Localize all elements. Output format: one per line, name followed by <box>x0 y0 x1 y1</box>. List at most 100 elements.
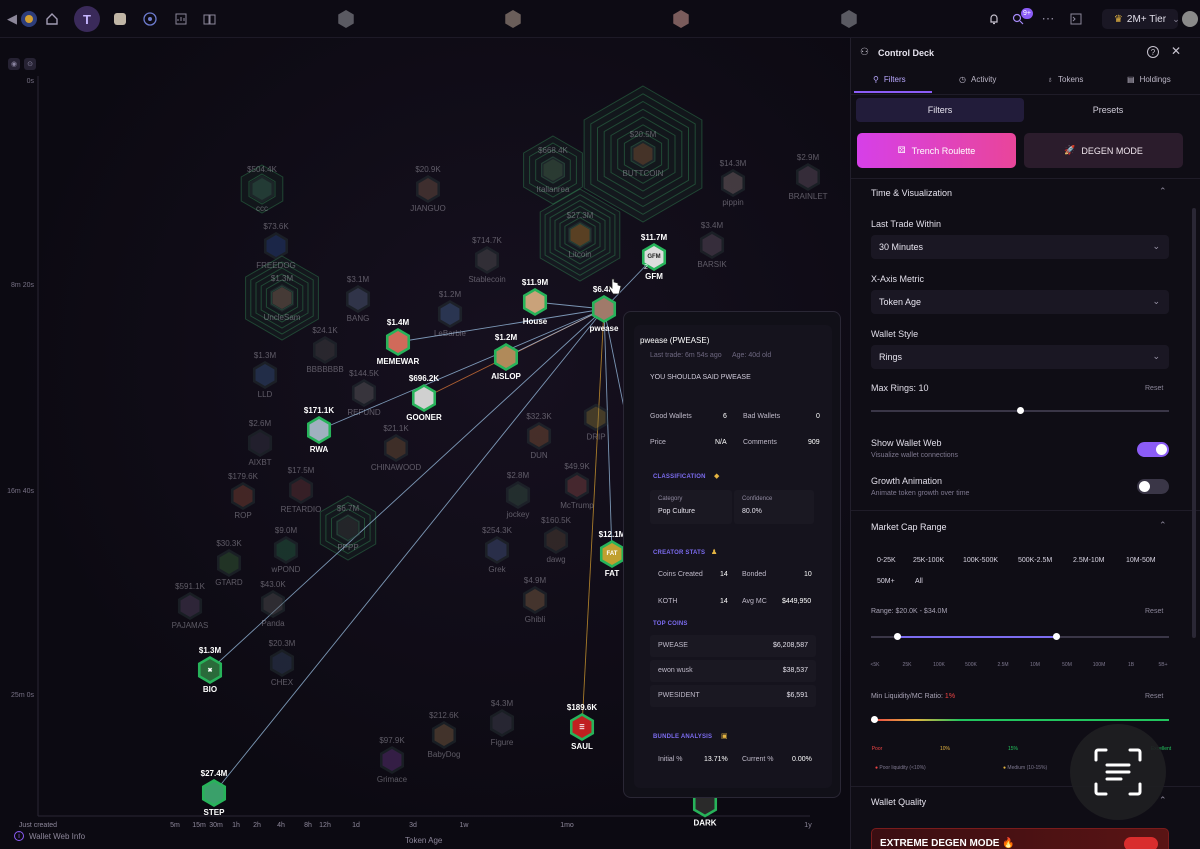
wallet-quality-title[interactable]: Wallet Quality <box>871 797 926 807</box>
show-web-toggle[interactable] <box>1137 442 1169 457</box>
token-node-lebarbie[interactable]: $1.2M LeBarbie <box>434 290 466 338</box>
token-hex-icon[interactable] <box>673 10 689 28</box>
token-node-freedog[interactable]: $73.6K FREEDOG <box>256 222 296 270</box>
token-node-bbbbbbb[interactable]: $24.1K BBBBBBB <box>306 326 343 374</box>
token-node-gtard[interactable]: $30.3K GTARD <box>215 539 243 587</box>
trench-logo-icon[interactable]: T <box>74 6 100 32</box>
token-node-italianrea[interactable]: $668.4K Italianrea <box>537 146 570 194</box>
mc-chip[interactable]: 10M-50M <box>1126 557 1156 564</box>
book-icon[interactable] <box>199 9 219 29</box>
token-node-rwa[interactable]: $171.1K RWA <box>304 406 334 454</box>
token-node-fat[interactable]: $12.1M FAT FAT <box>598 530 626 578</box>
token-chart[interactable]: ◉ ⊙ 0s 8m 20s 16m 40s 25m 0s Just created 5m… <box>0 38 850 849</box>
token-node-figure[interactable]: $4.3M Figure <box>488 699 516 747</box>
token-node-pppp[interactable]: $6.7M PPPP <box>334 504 362 552</box>
x-axis-select[interactable]: Token Age ⌄ <box>871 290 1169 314</box>
token-node-bio[interactable]: $1.3M ✖ BIO <box>196 646 224 694</box>
mc-range-reset[interactable]: Reset <box>1145 608 1163 615</box>
trench-roulette-button[interactable]: ⚄ Trench Roulette <box>857 133 1016 168</box>
degen-mode-button[interactable]: 🚀 DEGEN MODE <box>1024 133 1183 168</box>
token-node-pippin[interactable]: $14.3M pippin <box>719 159 747 207</box>
app-logo-icon[interactable] <box>19 9 39 29</box>
token-node-jockey[interactable]: $2.8M jockey <box>504 471 532 519</box>
extreme-degen-toggle[interactable] <box>1124 837 1158 849</box>
token-node-rop[interactable]: $179.6K ROP <box>228 472 258 520</box>
liquidity-reset[interactable]: Reset <box>1145 693 1163 700</box>
token-hex-icon[interactable] <box>841 10 857 28</box>
bell-icon[interactable] <box>984 9 1004 29</box>
wallet-style-select[interactable]: Rings ⌄ <box>871 345 1169 369</box>
token-node-ghibli[interactable]: $4.9M Ghibli <box>521 576 549 624</box>
user-avatar[interactable] <box>1180 9 1200 29</box>
mc-chip[interactable]: All <box>915 578 923 585</box>
token-node-babydog[interactable]: $212.6K BabyDog <box>428 711 461 759</box>
chevron-up-icon[interactable]: ⌃ <box>1159 186 1167 197</box>
avatar-icon[interactable] <box>110 9 130 29</box>
token-node-house[interactable]: $11.9M House <box>521 278 549 326</box>
token-node-pajamas[interactable]: $591.1K PAJAMAS <box>172 582 209 630</box>
tab-activity[interactable]: ◷ Activity <box>959 75 996 84</box>
token-node-ccc[interactable]: $504.4K ccc <box>247 165 277 213</box>
token-node-barsik[interactable]: $3.4M BARSIK <box>697 221 726 269</box>
token-node-grimace[interactable]: $97.9K Grimace <box>377 736 407 784</box>
chart-icon[interactable] <box>171 9 191 29</box>
view-toggle-2[interactable]: ⊙ <box>24 58 36 70</box>
help-icon[interactable]: ? <box>1147 46 1159 58</box>
mc-range-min-knob[interactable] <box>894 633 901 640</box>
token-node-aixbt[interactable]: $2.6M AIXBT <box>246 419 274 467</box>
token-node-jianguo[interactable]: $20.9K JIANGUO <box>410 165 446 213</box>
token-node-chex[interactable]: $20.3M CHEX <box>268 639 296 687</box>
growth-toggle[interactable] <box>1137 479 1169 494</box>
mc-chip[interactable]: 25K-100K <box>913 557 944 564</box>
scan-text-button[interactable] <box>1070 724 1166 820</box>
token-node-refund[interactable]: $144.5K REFUND <box>347 369 380 417</box>
token-node-stablecoin[interactable]: $714.7K Stablecoin <box>468 236 505 284</box>
token-hex-icon[interactable] <box>505 10 521 28</box>
token-node-dawg[interactable]: $160.5K dawg <box>541 516 571 564</box>
token-node-mctrump[interactable]: $49.9K McTrump <box>560 462 593 510</box>
token-node-drip[interactable]: DRIP <box>582 403 610 442</box>
network-icon[interactable] <box>140 9 160 29</box>
token-node-panda[interactable]: $43.0K Panda <box>259 580 287 628</box>
max-rings-knob[interactable] <box>1017 407 1024 414</box>
wallet-web-info[interactable]: i Wallet Web Info <box>14 831 85 841</box>
mc-chip[interactable]: 100K-500K <box>963 557 998 564</box>
time-vis-title[interactable]: Time & Visualization <box>871 188 952 198</box>
panel-scrollbar[interactable] <box>1192 208 1196 638</box>
token-node-dun[interactable]: $32.3K DUN <box>525 412 553 460</box>
tab-tokens[interactable]: ♁ Tokens <box>1047 75 1083 84</box>
last-trade-select[interactable]: 30 Minutes ⌄ <box>871 235 1169 259</box>
subtab-presets[interactable]: Presets <box>1024 98 1192 122</box>
chevron-up-icon[interactable]: ⌃ <box>1159 520 1167 531</box>
tab-holdings[interactable]: ▤ Holdings <box>1127 75 1171 84</box>
token-node-saul[interactable]: $189.6K ☰ SAUL <box>567 703 597 751</box>
token-node-bang[interactable]: $3.1M BANG <box>344 275 372 323</box>
token-node-retardio[interactable]: $17.5M RETARDIO <box>281 466 322 514</box>
close-icon[interactable]: ✕ <box>1171 44 1181 58</box>
mc-range-title[interactable]: Market Cap Range <box>871 522 947 532</box>
mc-chip[interactable]: 50M+ <box>877 578 895 585</box>
token-node-buttcoin[interactable]: $20.5M BUTTCOIN <box>623 130 664 178</box>
subtab-filters[interactable]: Filters <box>856 98 1024 122</box>
terminal-icon[interactable] <box>1066 9 1086 29</box>
extreme-degen-box[interactable]: EXTREME DEGEN MODE 🔥 <box>871 828 1169 849</box>
token-node-litcoin[interactable]: $27.3M Litcoin <box>566 211 594 259</box>
token-node-aislop[interactable]: $1.2M AISLOP <box>491 333 521 381</box>
token-node-brainlet[interactable]: $2.9M BRAINLET <box>788 153 827 201</box>
view-toggle-1[interactable]: ◉ <box>8 58 20 70</box>
more-icon[interactable]: ⋯ <box>1038 9 1058 29</box>
token-node-gooner[interactable]: $696.2K GOONER <box>406 374 442 422</box>
token-node-gfm[interactable]: $11.7M GFM GFM <box>640 233 668 281</box>
token-node-memewar[interactable]: $1.4M MEMEWAR <box>377 318 420 366</box>
liquidity-knob[interactable] <box>871 716 878 723</box>
token-node-chinawood[interactable]: $21.1K CHINAWOOD <box>371 424 421 472</box>
home-icon[interactable] <box>42 9 62 29</box>
token-node-wpond[interactable]: $9.0M wPOND <box>272 526 301 574</box>
max-rings-reset[interactable]: Reset <box>1145 385 1163 392</box>
tab-filters[interactable]: ⚲ Filters <box>873 75 906 84</box>
chevron-up-icon[interactable]: ⌃ <box>1159 795 1167 806</box>
token-hex-icon[interactable] <box>338 10 354 28</box>
mc-chip[interactable]: 2.5M-10M <box>1073 557 1105 564</box>
mc-chip[interactable]: 0-25K <box>877 557 896 564</box>
token-node-unclesam[interactable]: $1.3M UncleSam <box>264 274 301 322</box>
